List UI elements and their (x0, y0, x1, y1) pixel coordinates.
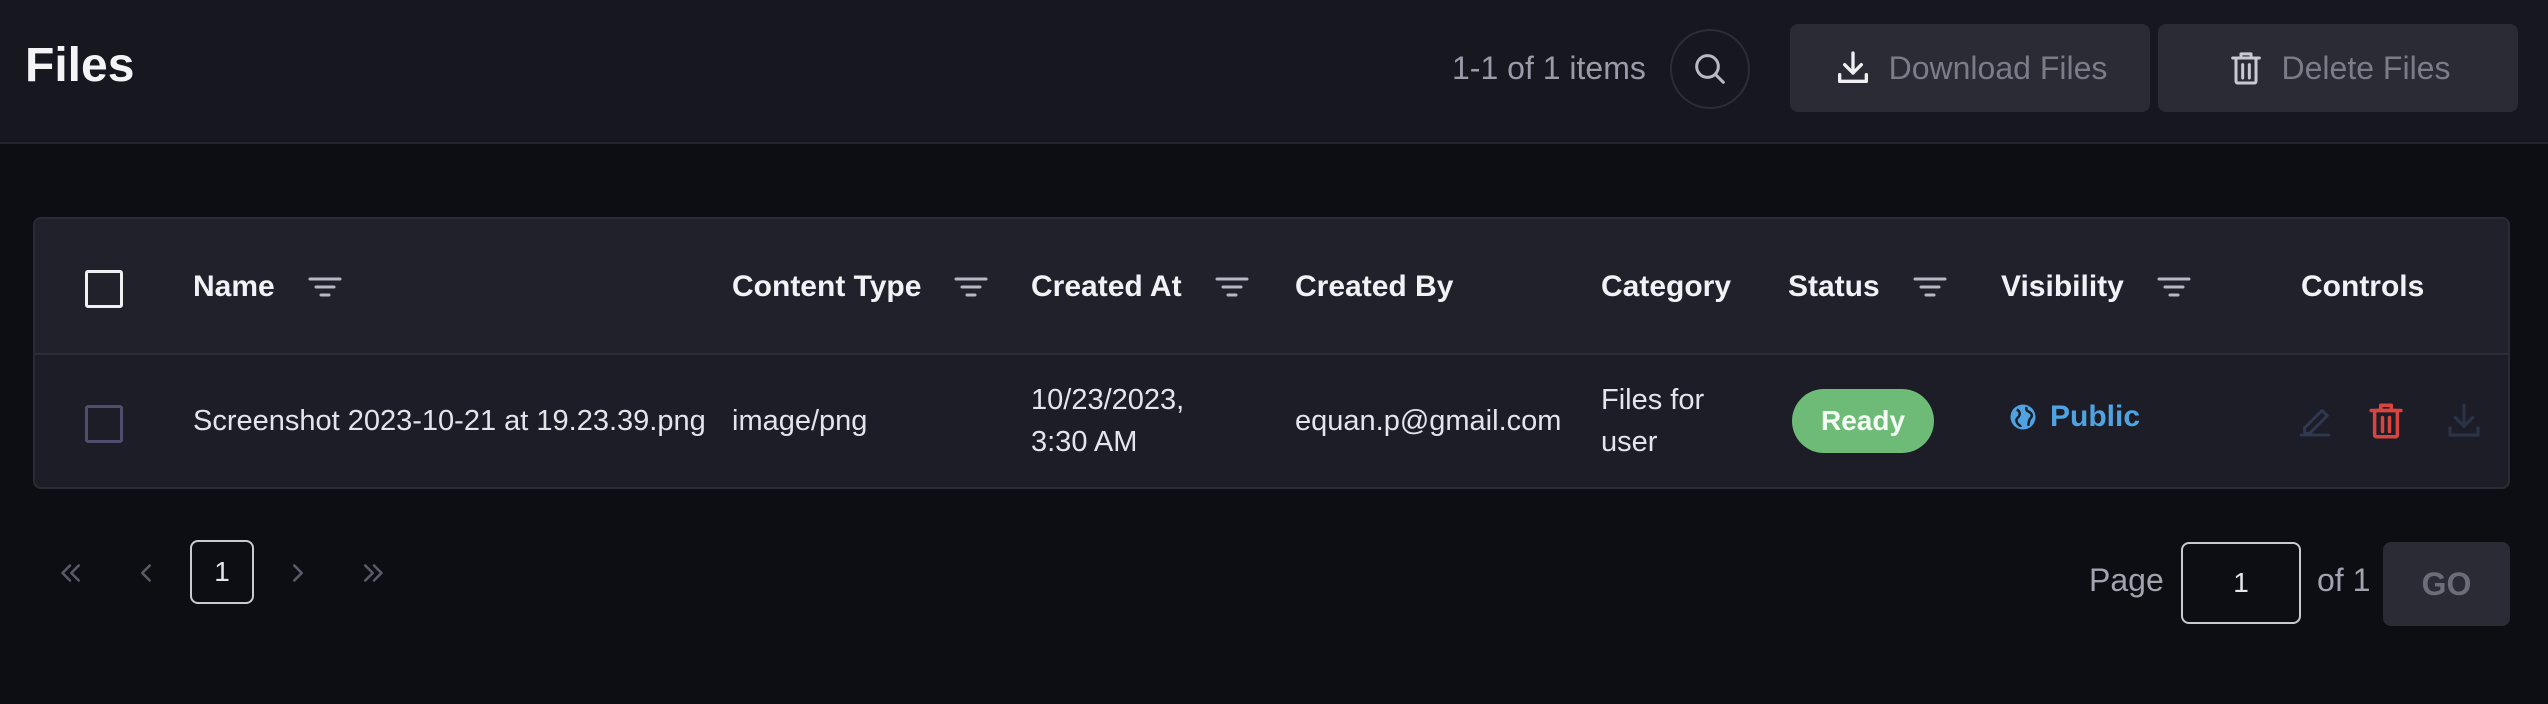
cell-created-at: 10/23/2023, 3:30 AM (1031, 379, 1184, 463)
visibility-label: Public (2050, 400, 2141, 433)
next-page-button[interactable] (278, 553, 318, 593)
filter-icon[interactable] (1214, 273, 1250, 301)
column-header-created-at: Created At (1031, 219, 1250, 355)
go-button[interactable]: GO (2383, 542, 2510, 626)
chevrons-left-icon (55, 558, 85, 588)
delete-files-label: Delete Files (2281, 49, 2451, 86)
category-line: Files for (1601, 384, 1705, 416)
table-header: Name Content Type Created At Created By … (35, 219, 2508, 355)
visibility-toggle[interactable]: Public (2008, 400, 2140, 434)
filter-icon[interactable] (307, 273, 343, 301)
filter-icon[interactable] (1912, 273, 1948, 301)
column-header-label: Created At (1031, 270, 1182, 303)
column-header-label: Status (1788, 270, 1880, 303)
delete-row-button[interactable] (2362, 397, 2410, 445)
cell-created-by: equan.p@gmail.com (1295, 405, 1562, 437)
filter-icon[interactable] (953, 273, 989, 301)
edit-icon (2294, 400, 2336, 442)
column-header-label: Created By (1295, 270, 1454, 303)
page-title: Files (25, 39, 135, 92)
column-header-label: Name (193, 270, 275, 303)
cell-category: Files for user (1601, 379, 1704, 463)
search-icon (1690, 49, 1730, 89)
row-checkbox[interactable] (85, 405, 123, 443)
previous-page-button[interactable] (126, 553, 166, 593)
chevrons-right-icon (359, 558, 389, 588)
page-number-button[interactable]: 1 (190, 540, 254, 604)
column-header-controls: Controls (2301, 219, 2424, 355)
chevron-left-icon (131, 558, 161, 588)
select-all-checkbox[interactable] (85, 270, 123, 308)
delete-files-button[interactable]: Delete Files (2158, 24, 2518, 112)
edit-button[interactable] (2291, 397, 2339, 445)
column-header-visibility: Visibility (2001, 219, 2192, 355)
column-header-created-by: Created By (1295, 219, 1453, 355)
chevron-right-icon (283, 558, 313, 588)
cell-content-type: image/png (732, 405, 868, 437)
column-header-label: Visibility (2001, 270, 2124, 303)
page-header: Files 1-1 of 1 items Download Files Dele… (0, 0, 2548, 144)
created-at-date: 10/23/2023, (1031, 384, 1185, 416)
download-icon (1833, 48, 1873, 88)
column-header-content-type: Content Type (732, 219, 989, 355)
column-header-status: Status (1788, 219, 1948, 355)
cell-name[interactable]: Screenshot 2023-10-21 at 19.23.39.png (193, 400, 706, 442)
download-files-label: Download Files (1888, 49, 2108, 86)
files-table: Name Content Type Created At Created By … (33, 217, 2510, 489)
status-badge: Ready (1792, 389, 1934, 453)
column-header-label: Content Type (732, 270, 922, 303)
filter-icon[interactable] (2156, 273, 2192, 301)
trash-icon (2226, 48, 2266, 88)
search-button[interactable] (1670, 29, 1750, 109)
created-at-time: 3:30 AM (1031, 426, 1138, 458)
download-files-button[interactable]: Download Files (1790, 24, 2150, 112)
column-header-name: Name (193, 219, 343, 355)
column-header-label: Category (1601, 270, 1732, 303)
download-icon (2443, 400, 2485, 442)
last-page-button[interactable] (354, 553, 394, 593)
first-page-button[interactable] (50, 553, 90, 593)
globe-icon (2008, 402, 2038, 432)
column-header-label: Controls (2301, 270, 2425, 303)
page-label: Page (2089, 562, 2164, 598)
category-line: user (1601, 426, 1658, 458)
column-header-category: Category (1601, 219, 1731, 355)
items-count: 1-1 of 1 items (1452, 50, 1646, 86)
trash-icon (2365, 400, 2407, 442)
page-number-input[interactable] (2181, 542, 2301, 624)
download-row-button[interactable] (2440, 397, 2488, 445)
page-total-label: of 1 (2317, 562, 2371, 598)
